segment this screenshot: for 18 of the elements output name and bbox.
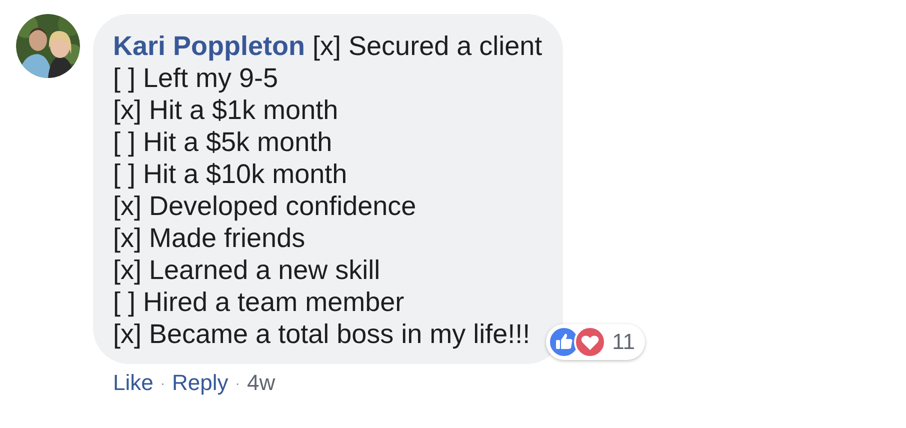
comment-text: [x] Became a total boss in my life!!! <box>113 318 532 350</box>
comment-text: [x] Hit a $1k month <box>113 94 340 126</box>
comment-text: [x] Made friends <box>113 222 306 254</box>
comment-text: [ ] Hit a $5k month <box>113 126 334 158</box>
action-link[interactable]: Like <box>113 370 154 396</box>
author-link[interactable]: Kari Poppleton <box>113 31 306 61</box>
comment-text: [ ] Hit a $10k month <box>113 158 348 190</box>
separator-dot: · <box>160 375 166 391</box>
timestamp: 4w <box>246 370 276 396</box>
reaction-badge[interactable]: 11 <box>546 324 645 360</box>
separator-dot: · <box>235 375 240 391</box>
action-link[interactable]: Reply <box>172 370 228 396</box>
comment-text: [x] Developed confidence <box>113 190 418 222</box>
comment-text: [ ] Hired a team member <box>113 286 406 318</box>
reaction-count: 11 <box>612 328 635 356</box>
comment-text: [x] Learned a new skill <box>113 254 382 286</box>
comment-text: [x] Secured a client <box>312 31 542 61</box>
comment-text: [ ] Left my 9-5 <box>113 62 280 94</box>
